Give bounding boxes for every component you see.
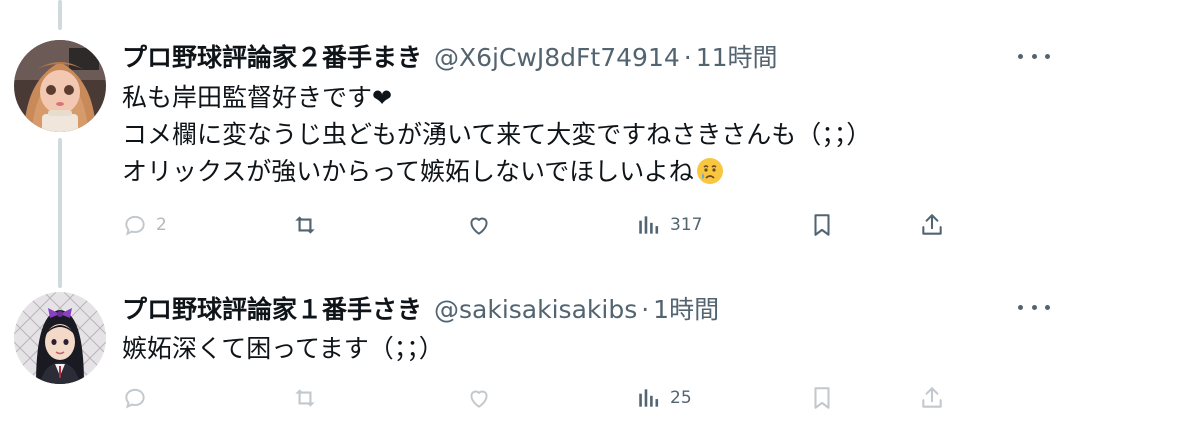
retweet-icon (295, 216, 315, 234)
crying-emoji-icon (696, 157, 724, 185)
share-icon (922, 387, 942, 408)
tweet-header: プロ野球評論家２番手まき @X6jCwJ8dFt74914 · 11時間 (122, 38, 778, 74)
tweet-text: 嫉妬深くて困ってます（；；） (122, 330, 444, 367)
avatar[interactable] (14, 292, 106, 384)
views-button[interactable]: 25 (636, 383, 692, 413)
tweet-line: コメ欄に変なうじ虫どもが湧いて来て大変ですねさきさんも（；；） (122, 116, 871, 153)
thread-line-middle (58, 138, 62, 288)
views-count: 317 (670, 215, 703, 235)
reply-count: 2 (156, 215, 167, 235)
bookmark-button[interactable] (809, 383, 835, 413)
reply-icon (125, 388, 145, 409)
tweet-text: 私も岸田監督好きです❤ コメ欄に変なうじ虫どもが湧いて来て大変ですねさきさんも（… (122, 79, 871, 190)
separator: · (683, 43, 692, 72)
share-icon (922, 214, 942, 235)
views-button[interactable]: 317 (636, 210, 702, 240)
more-icon[interactable] (1014, 46, 1054, 66)
heart-emoji-icon: ❤ (372, 84, 393, 112)
views-icon (639, 389, 659, 407)
like-icon (470, 390, 488, 408)
timestamp[interactable]: 1時間 (653, 290, 719, 326)
avatar[interactable] (14, 40, 106, 132)
tweet-line-text: 嫉妬深くて困ってます（；；） (122, 334, 444, 363)
share-button[interactable] (919, 210, 945, 240)
retweet-icon (295, 389, 315, 407)
like-button[interactable] (466, 210, 500, 240)
bookmark-icon (814, 214, 830, 236)
like-icon (470, 217, 488, 235)
reply-button[interactable] (122, 383, 156, 413)
thread-line-top (58, 0, 62, 30)
bookmark-button[interactable] (809, 210, 835, 240)
bookmark-icon (814, 387, 830, 409)
tweet-line: オリックスが強いからって嫉妬しないでほしいよね (122, 153, 871, 190)
more-icon[interactable] (1014, 297, 1054, 317)
tweet-header: プロ野球評論家１番手さき @sakisakisakibs · 1時間 (122, 290, 719, 326)
display-name[interactable]: プロ野球評論家１番手さき (122, 290, 422, 326)
user-handle[interactable]: @X6jCwJ8dFt74914 (434, 43, 680, 72)
tweet-actions: 2 317 (122, 210, 952, 240)
user-handle[interactable]: @sakisakisakibs (434, 295, 637, 324)
retweet-button[interactable] (292, 210, 326, 240)
separator: · (641, 295, 650, 324)
tweet-line-text: オリックスが強いからって嫉妬しないでほしいよね (122, 157, 694, 186)
display-name[interactable]: プロ野球評論家２番手まき (122, 38, 422, 74)
tweet-line: 嫉妬深くて困ってます（；；） (122, 330, 444, 367)
timestamp[interactable]: 11時間 (696, 38, 778, 74)
like-button[interactable] (466, 383, 500, 413)
views-count: 25 (670, 388, 692, 408)
share-button[interactable] (919, 383, 945, 413)
retweet-button[interactable] (292, 383, 326, 413)
reply-button[interactable]: 2 (122, 210, 167, 240)
tweet-line-text: 私も岸田監督好きです (122, 83, 373, 112)
reply-icon (125, 215, 145, 236)
tweet-line-text: コメ欄に変なうじ虫どもが湧いて来て大変ですねさきさんも（；；） (122, 120, 872, 149)
tweet-line: 私も岸田監督好きです❤ (122, 79, 871, 116)
tweet-actions: 25 (122, 383, 952, 413)
views-icon (639, 216, 659, 234)
